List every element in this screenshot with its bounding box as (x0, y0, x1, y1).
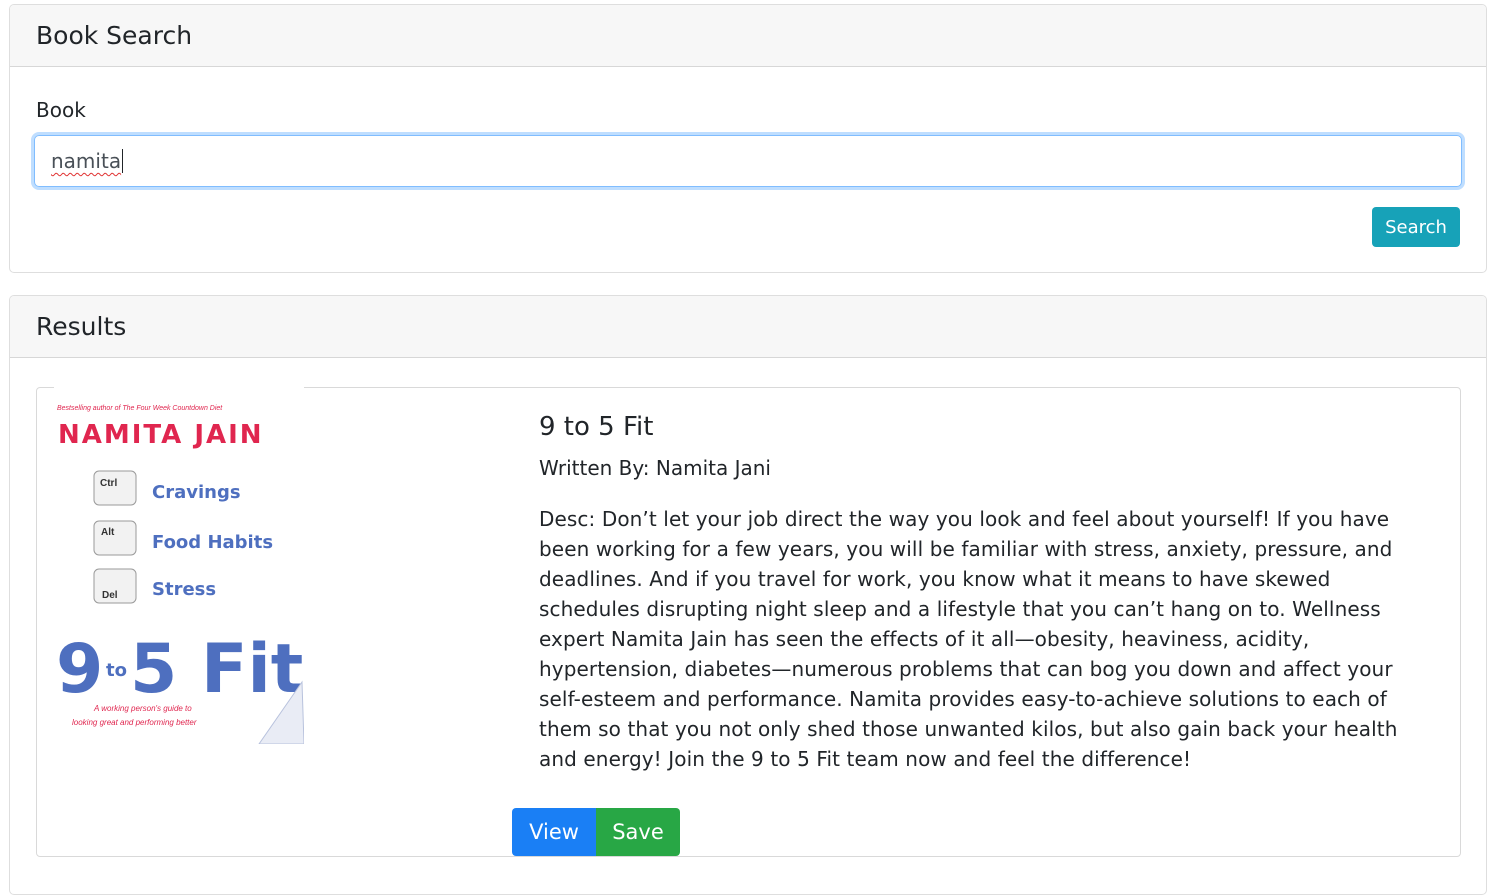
results-header: Results (10, 296, 1486, 358)
cover-key-del-label: Del (102, 590, 118, 601)
cover-big-to: to (106, 660, 127, 681)
book-title: 9 to 5 Fit (539, 412, 654, 442)
cover-author-name: NAMITA JAIN (58, 420, 264, 450)
cover-key-alt: Alt (93, 520, 137, 556)
book-description: Desc: Don’t let your job direct the way … (539, 507, 1398, 771)
cover-subtitle-1: A working person's guide to (93, 704, 192, 713)
text-caret (122, 149, 124, 173)
book-field-label: Book (36, 98, 86, 122)
book-search-card: Book Search Book namita Search (9, 4, 1487, 273)
view-button[interactable]: View (512, 808, 596, 856)
cover-stress-text: Stress (152, 579, 216, 600)
cover-cravings-text: Cravings (152, 482, 241, 503)
book-cover-image: Bestselling author of The Four Week Coun… (54, 386, 305, 745)
cover-food-habits-text: Food Habits (152, 532, 273, 553)
cover-big-5-fit: 5 Fit (130, 630, 303, 709)
search-button[interactable]: Search (1372, 207, 1460, 247)
result-item: Bestselling author of The Four Week Coun… (36, 386, 1461, 857)
result-info: 9 to 5 Fit Written By: Namita Jani Desc:… (539, 412, 1419, 774)
cover-big-9: 9 (56, 630, 103, 709)
cover-key-ctrl: Ctrl (93, 470, 137, 506)
cover-key-del: Del (93, 568, 137, 604)
cover-key-ctrl-label: Ctrl (100, 478, 117, 489)
book-search-input[interactable]: namita (34, 135, 1462, 187)
save-button[interactable]: Save (596, 808, 680, 856)
results-card: Results Bestselling author of The Four W… (9, 295, 1487, 895)
cover-key-alt-label: Alt (101, 527, 115, 538)
book-author: Written By: Namita Jani (539, 456, 771, 480)
cover-subtitle-2: looking great and performing better (72, 718, 197, 727)
book-search-input-value: namita (51, 149, 122, 173)
book-search-header: Book Search (10, 5, 1486, 67)
cover-tagline: Bestselling author of The Four Week Coun… (57, 405, 223, 412)
